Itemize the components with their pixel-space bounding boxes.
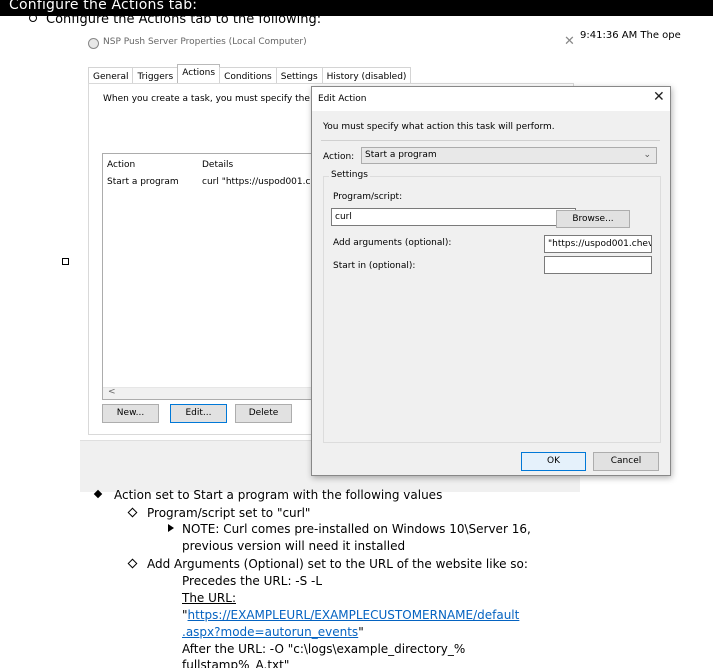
settings-group: Settings Program/script: curl Browse... … [323, 170, 661, 443]
bullet-diamond-open [127, 558, 138, 569]
edit-titlebar: Edit Action ✕ [312, 87, 670, 111]
note-line-4: previous version will need it installed [182, 539, 406, 553]
edit-action-dialog: Edit Action ✕ You must specify what acti… [311, 86, 671, 476]
background-crop-text: 9:41:36 AM The ope [580, 30, 681, 41]
settings-legend: Settings [329, 170, 370, 180]
url-link-cont[interactable]: .aspx?mode=autorun_events [182, 625, 358, 639]
note-line-11: fullstamp%_A.txt" [182, 658, 290, 668]
bullet-diamond-open [127, 507, 138, 518]
start-in-input[interactable] [544, 256, 652, 274]
edit-title: Edit Action [318, 94, 367, 104]
actions-list[interactable]: Action Details Start a program curl "htt… [102, 153, 322, 400]
edit-button[interactable]: Edit... [170, 404, 227, 423]
action-select-value: Start a program [365, 150, 437, 160]
browse-button[interactable]: Browse... [556, 210, 630, 228]
note-line-9: .aspx?mode=autorun_events" [182, 624, 364, 640]
action-label: Action: [323, 152, 355, 162]
note-line-10: After the URL: -O "c:\logs\example_direc… [182, 642, 466, 656]
action-select[interactable]: Start a program ⌄ [361, 147, 657, 164]
note-line-6: Precedes the URL: -S -L [182, 574, 323, 588]
note-line-1: Action set to Start a program with the f… [114, 488, 443, 502]
scroll-left-icon[interactable]: < [108, 387, 116, 397]
note-line-5: Add Arguments (Optional) set to the URL … [147, 557, 528, 571]
column-header-details[interactable]: Details [202, 160, 233, 170]
circle-bullet-icon [29, 14, 37, 22]
close-icon[interactable]: ✕ [653, 89, 665, 105]
new-button[interactable]: New... [102, 404, 159, 423]
program-label: Program/script: [333, 192, 403, 202]
edit-description: You must specify what action this task w… [323, 122, 555, 132]
checkbox-icon[interactable] [62, 258, 69, 265]
args-input[interactable]: "https://uspod001.chevi [544, 235, 652, 253]
args-label: Add arguments (optional): [333, 238, 452, 248]
cancel-button[interactable]: Cancel [593, 452, 659, 471]
note-line-2: Program/script set to "curl" [147, 506, 311, 520]
divider [321, 140, 660, 141]
quote-close: " [358, 625, 364, 639]
delete-button[interactable]: Delete [235, 404, 292, 423]
tab-general[interactable]: General [88, 67, 134, 83]
properties-title: NSP Push Server Properties (Local Comput… [103, 37, 307, 47]
ok-button[interactable]: OK [521, 452, 586, 471]
tab-triggers[interactable]: Triggers [132, 67, 179, 83]
tab-history[interactable]: History (disabled) [321, 67, 412, 83]
horizontal-scrollbar[interactable]: < [103, 387, 321, 399]
column-header-action[interactable]: Action [107, 160, 135, 170]
list-item-action[interactable]: Start a program [107, 177, 179, 187]
list-item-details[interactable]: curl "https://uspod001.ch [202, 177, 316, 187]
url-link[interactable]: https://EXAMPLEURL/EXAMPLECUSTOMERNAME/d… [188, 608, 520, 622]
tab-conditions[interactable]: Conditions [219, 67, 277, 83]
tab-settings[interactable]: Settings [275, 67, 323, 83]
start-in-label: Start in (optional): [333, 261, 416, 271]
clock-icon [88, 38, 99, 49]
note-line-3: NOTE: Curl comes pre-installed on Window… [182, 522, 531, 536]
panel-intro-text: When you create a task, you must specify… [103, 94, 330, 104]
note-line-8: "https://EXAMPLEURL/EXAMPLECUSTOMERNAME/… [182, 607, 519, 623]
config-instruction: Configure the Actions tab to the followi… [46, 12, 322, 27]
program-input[interactable]: curl [331, 208, 576, 226]
tab-strip: General Triggers Actions Conditions Sett… [88, 64, 412, 84]
close-icon[interactable]: ✕ [564, 34, 575, 49]
note-line-7: The URL: [182, 591, 236, 605]
properties-titlebar: NSP Push Server Properties (Local Comput… [80, 30, 580, 58]
bullet-triangle [168, 524, 174, 532]
tab-actions[interactable]: Actions [177, 64, 221, 84]
chevron-down-icon: ⌄ [643, 150, 651, 160]
